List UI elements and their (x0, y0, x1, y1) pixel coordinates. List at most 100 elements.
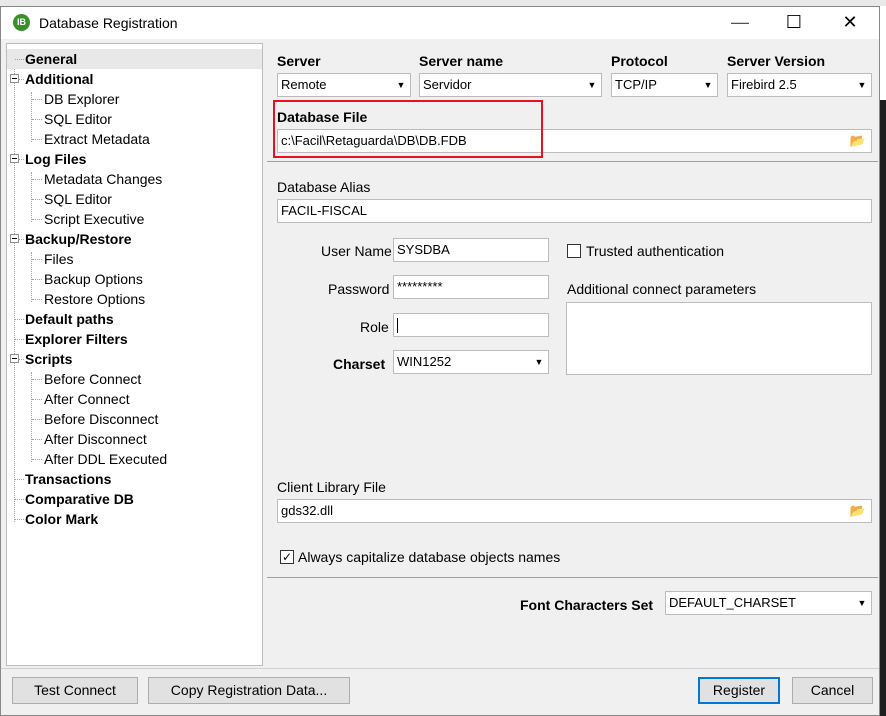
additional-params-label: Additional connect parameters (567, 281, 757, 297)
charset-value: WIN1252 (397, 354, 452, 369)
user-name-label: User Name (321, 243, 392, 259)
tree-item-label: After Connect (44, 391, 130, 407)
tree-item[interactable]: Backup Options (44, 269, 143, 289)
register-button[interactable]: Register (698, 677, 780, 704)
tree-item[interactable]: Transactions (25, 469, 111, 489)
server-name-value: Servidor (423, 77, 472, 92)
tree-item[interactable]: SQL Editor (44, 109, 112, 129)
dropdown-arrow-icon: ▼ (583, 74, 601, 96)
tree-item-label: Default paths (25, 311, 114, 327)
tree-item-label: Transactions (25, 471, 112, 487)
tree-item[interactable]: Before Connect (44, 369, 141, 389)
password-label: Password (328, 281, 390, 297)
tree-item[interactable]: After Disconnect (44, 429, 147, 449)
tree-item[interactable]: Scripts (25, 349, 72, 369)
tree-item-label: DB Explorer (44, 91, 120, 107)
tree-item-label: Script Executive (44, 211, 145, 227)
tree-item-label: Before Disconnect (44, 411, 159, 427)
tree-item-label: General (25, 51, 78, 67)
tree-item-label: SQL Editor (44, 191, 112, 207)
tree-connector (32, 199, 42, 200)
dropdown-arrow-icon: ▼ (530, 351, 548, 373)
tree-item-label: Comparative DB (25, 491, 134, 507)
tree-item[interactable]: Before Disconnect (44, 409, 158, 429)
tree-item-label: After Disconnect (44, 431, 147, 447)
tree-connector (32, 379, 42, 380)
database-alias-input[interactable]: FACIL-FISCAL (277, 199, 872, 223)
tree-item[interactable]: Default paths (25, 309, 114, 329)
open-folder-icon[interactable]: 📂 (847, 501, 869, 521)
dropdown-arrow-icon: ▼ (699, 74, 717, 96)
font-charset-label: Font Characters Set (520, 597, 654, 613)
test-connect-button[interactable]: Test Connect (12, 677, 138, 704)
charset-select[interactable]: WIN1252 ▼ (393, 350, 549, 374)
database-file-input[interactable]: c:\Facil\Retaguarda\DB\DB.FDB 📂 (277, 129, 872, 153)
window-title: Database Registration (39, 15, 178, 31)
tree-item[interactable]: General (7, 49, 262, 69)
tree-item-label: Scripts (25, 351, 73, 367)
tree-item[interactable]: DB Explorer (44, 89, 119, 109)
close-button[interactable]: ✕ (827, 7, 873, 39)
separator (267, 577, 878, 578)
tree-item[interactable]: Additional (25, 69, 93, 89)
tree-item[interactable]: SQL Editor (44, 189, 112, 209)
capitalize-checkbox[interactable]: ✓ (280, 550, 294, 564)
tree-item-label: Metadata Changes (44, 171, 163, 187)
server-version-value: Firebird 2.5 (731, 77, 797, 92)
maximize-button[interactable]: ☐ (771, 7, 817, 39)
tree-connector (32, 399, 42, 400)
database-file-label: Database File (277, 109, 368, 125)
collapse-icon[interactable] (10, 74, 19, 83)
collapse-icon[interactable] (10, 154, 19, 163)
database-alias-label: Database Alias (277, 179, 371, 195)
tree-connector (15, 499, 24, 500)
database-registration-dialog: IB Database Registration — ☐ ✕ General Ad… (0, 6, 880, 716)
tree-item[interactable]: After Connect (44, 389, 130, 409)
text-cursor (397, 318, 398, 334)
protocol-select[interactable]: TCP/IP ▼ (611, 73, 718, 97)
password-input[interactable]: ********* (393, 275, 549, 299)
copy-registration-button[interactable]: Copy Registration Data... (148, 677, 350, 704)
client-library-input[interactable]: gds32.dll 📂 (277, 499, 872, 523)
client-library-value: gds32.dll (281, 503, 334, 518)
app-icon: IB (13, 14, 30, 31)
tree-connector (15, 479, 24, 480)
collapse-icon[interactable] (10, 354, 19, 363)
tree-item[interactable]: Backup/Restore (25, 229, 132, 249)
server-version-select[interactable]: Firebird 2.5 ▼ (727, 73, 872, 97)
tree-item-label: Files (44, 251, 74, 267)
additional-params-memo[interactable] (566, 302, 872, 375)
tree-item[interactable]: Explorer Filters (25, 329, 128, 349)
tree-connector (15, 519, 24, 520)
tree-item[interactable]: Metadata Changes (44, 169, 162, 189)
tree-connector (32, 119, 42, 120)
tree-item[interactable]: Restore Options (44, 289, 145, 309)
trusted-auth-checkbox[interactable] (567, 244, 581, 258)
user-name-input[interactable]: SYSDBA (393, 238, 549, 262)
tree-connector (32, 279, 42, 280)
tree-item[interactable]: After DDL Executed (44, 449, 167, 469)
tree-item[interactable]: Extract Metadata (44, 129, 150, 149)
capitalize-label: Always capitalize database objects names (298, 549, 561, 565)
separator (267, 161, 878, 162)
font-charset-select[interactable]: DEFAULT_CHARSET ▼ (665, 591, 872, 615)
tree-item-label: Log Files (25, 151, 87, 167)
tree-item[interactable]: Log Files (25, 149, 86, 169)
tree-item[interactable]: Files (44, 249, 74, 269)
server-select[interactable]: Remote ▼ (277, 73, 411, 97)
collapse-icon[interactable] (10, 234, 19, 243)
tree-item[interactable]: Comparative DB (25, 489, 134, 509)
tree-item[interactable]: Script Executive (44, 209, 144, 229)
tree-connector (32, 259, 42, 260)
tree-connector (15, 319, 24, 320)
tree-item[interactable]: Color Mark (25, 509, 98, 529)
open-folder-icon[interactable]: 📂 (847, 131, 869, 151)
server-value: Remote (281, 77, 327, 92)
minimize-button[interactable]: — (717, 7, 763, 39)
dropdown-arrow-icon: ▼ (392, 74, 410, 96)
client-library-label: Client Library File (277, 479, 386, 495)
cancel-button[interactable]: Cancel (792, 677, 873, 704)
tree-connector (32, 99, 42, 100)
server-name-select[interactable]: Servidor ▼ (419, 73, 602, 97)
role-input[interactable] (393, 313, 549, 337)
